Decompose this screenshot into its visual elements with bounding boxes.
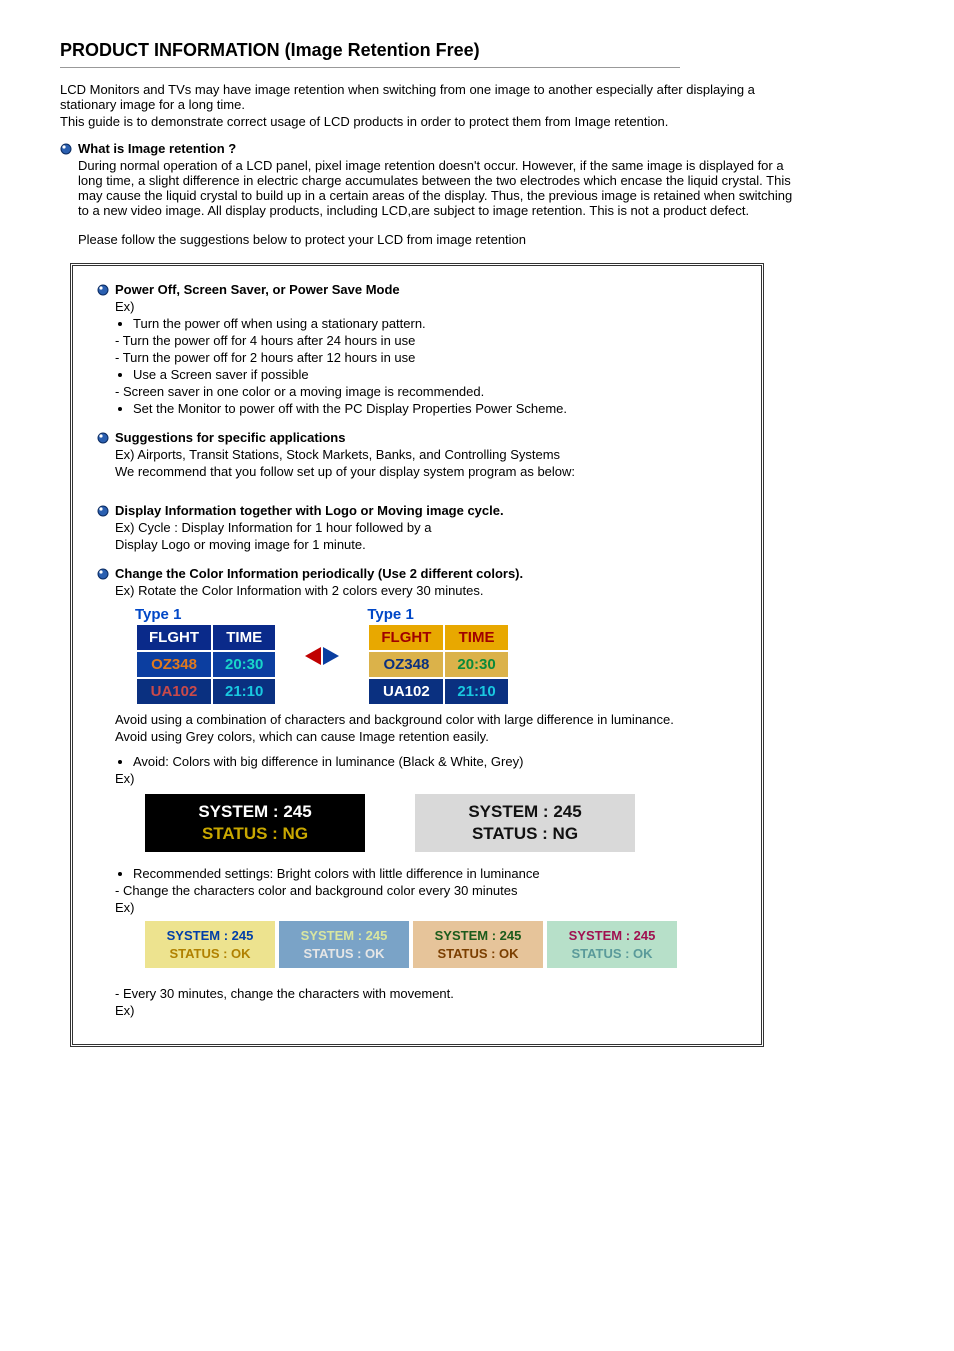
sec-specific-apps: Suggestions for specific applications Ex… [97,430,737,481]
power-off-title: Power Off, Screen Saver, or Power Save M… [115,282,567,297]
bullet-icon [97,568,115,580]
avoid-l1: Avoid using a combination of characters … [115,712,677,727]
swap-arrows-icon [303,645,341,667]
ft2-h1: FLGHT [368,624,444,651]
ex-label-rec1: Ex) [115,900,677,915]
logo-l1: Ex) Cycle : Display Information for 1 ho… [115,520,504,535]
rec-l1: SYSTEM : 245 [145,927,275,945]
bullet-icon [97,432,115,444]
ft-h1: FLGHT [136,624,212,651]
bullet-icon [97,284,115,296]
flight-example: Type 1 FLGHTTIME OZ34820:30 UA10221:10 T… [135,606,677,706]
apps-title: Suggestions for specific applications [115,430,575,445]
bullet-icon [60,143,78,155]
rec-l2: STATUS : OK [413,945,543,963]
rec-box-4: SYSTEM : 245 STATUS : OK [547,921,677,968]
apps-l1: Ex) Airports, Transit Stations, Stock Ma… [115,447,575,462]
sec-power-off: Power Off, Screen Saver, or Power Save M… [97,282,737,418]
color-title: Change the Color Information periodicall… [115,566,677,581]
power-b2a: - Screen saver in one color or a moving … [115,384,567,399]
rec-l1: SYSTEM : 245 [413,927,543,945]
ft2-r2c2: 21:10 [444,678,508,705]
sys-l2: STATUS : NG [415,824,635,844]
rec-b1: Recommended settings: Bright colors with… [133,866,677,881]
power-b1a: - Turn the power off for 4 hours after 2… [115,333,567,348]
rec-box-1: SYSTEM : 245 STATUS : OK [145,921,275,968]
ex-label-rec2: Ex) [115,1003,677,1018]
system-box-black: SYSTEM : 245 STATUS : NG [145,794,365,852]
rec-box-3: SYSTEM : 245 STATUS : OK [413,921,543,968]
what-is-body: During normal operation of a LCD panel, … [78,158,798,218]
page-title: PRODUCT INFORMATION (Image Retention Fre… [60,40,894,61]
ex-label-avoid: Ex) [115,771,677,786]
power-b3: Set the Monitor to power off with the PC… [133,401,567,416]
sys-l1: SYSTEM : 245 [415,802,635,822]
type1-label-right: Type 1 [367,606,509,623]
intro-p1: LCD Monitors and TVs may have image rete… [60,82,780,112]
rec-l1: SYSTEM : 245 [547,927,677,945]
power-b1b: - Turn the power off for 2 hours after 1… [115,350,567,365]
bullet-icon [97,505,115,517]
flight-table-left: FLGHTTIME OZ34820:30 UA10221:10 [135,623,277,706]
system-box-grey: SYSTEM : 245 STATUS : NG [415,794,635,852]
type1-label-left: Type 1 [135,606,277,623]
color-l1: Ex) Rotate the Color Information with 2 … [115,583,677,598]
rec-l2: STATUS : OK [547,945,677,963]
rec-box-2: SYSTEM : 245 STATUS : OK [279,921,409,968]
ft2-r1c1: OZ348 [368,651,444,678]
divider [60,67,680,68]
apps-l2: We recommend that you follow set up of y… [115,464,575,479]
ft-r2c2: 21:10 [212,678,276,705]
ft-r1c1: OZ348 [136,651,212,678]
sys-l2: STATUS : NG [145,824,365,844]
flight-table-right: FLGHTTIME OZ34820:30 UA10221:10 [367,623,509,706]
ft-r2c1: UA102 [136,678,212,705]
logo-l2: Display Logo or moving image for 1 minut… [115,537,504,552]
sys-l1: SYSTEM : 245 [145,802,365,822]
rec-l2: STATUS : OK [279,945,409,963]
follow-line: Please follow the suggestions below to p… [78,232,798,247]
intro-p2: This guide is to demonstrate correct usa… [60,114,780,129]
power-b1: Turn the power off when using a stationa… [133,316,567,331]
rec-l1: - Change the characters color and backgr… [115,883,677,898]
system-rec-row: SYSTEM : 245 STATUS : OK SYSTEM : 245 ST… [145,921,677,968]
rec-l2: - Every 30 minutes, change the character… [115,986,677,1001]
section-what-is: What is Image retention ? During normal … [60,141,894,249]
ft2-r2c1: UA102 [368,678,444,705]
intro-block: LCD Monitors and TVs may have image rete… [60,82,780,129]
power-b2: Use a Screen saver if possible [133,367,567,382]
ft-r1c2: 20:30 [212,651,276,678]
ft2-h2: TIME [444,624,508,651]
system-avoid-row: SYSTEM : 245 STATUS : NG SYSTEM : 245 ST… [145,794,677,852]
suggestions-box: Power Off, Screen Saver, or Power Save M… [70,263,764,1047]
ft-h2: TIME [212,624,276,651]
ft2-r1c2: 20:30 [444,651,508,678]
logo-title: Display Information together with Logo o… [115,503,504,518]
ex-label: Ex) [115,299,567,314]
sec-logo-cycle: Display Information together with Logo o… [97,503,737,554]
avoid-l2: Avoid using Grey colors, which can cause… [115,729,677,744]
what-is-title: What is Image retention ? [78,141,798,156]
rec-l1: SYSTEM : 245 [279,927,409,945]
avoid-b1: Avoid: Colors with big difference in lum… [133,754,677,769]
sec-change-color: Change the Color Information periodicall… [97,566,737,1020]
rec-l2: STATUS : OK [145,945,275,963]
